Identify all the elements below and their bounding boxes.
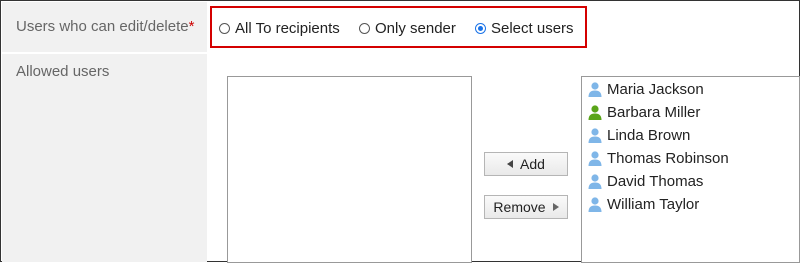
radio-only-sender[interactable]: Only sender: [359, 20, 456, 37]
radio-only-sender-circle[interactable]: [359, 23, 370, 34]
user-icon-head: [591, 174, 599, 182]
edit-delete-label: Users who can edit/delete*: [16, 18, 194, 35]
candidate-user-name: Thomas Robinson: [607, 150, 729, 167]
candidate-user-name: Barbara Miller: [607, 104, 701, 121]
radio-select-users-label: Select users: [491, 20, 574, 37]
user-icon-head: [591, 82, 599, 90]
user-icon-body: [588, 113, 602, 120]
user-icon-body: [588, 90, 602, 97]
user-icon-body: [588, 205, 602, 212]
user-icon-body: [588, 159, 602, 166]
arrow-left-icon: [507, 160, 514, 168]
remove-button-label: Remove: [493, 199, 546, 215]
candidate-user-item[interactable]: Thomas Robinson: [582, 147, 799, 170]
allowed-users-listbox[interactable]: [227, 76, 472, 263]
required-mark: *: [188, 18, 195, 35]
candidate-user-name: David Thomas: [607, 173, 704, 190]
user-icon: [588, 128, 602, 143]
user-icon-body: [588, 136, 602, 143]
user-icon-body: [588, 182, 602, 189]
label-column: [2, 2, 207, 262]
allowed-users-label: Allowed users: [16, 63, 110, 80]
candidate-user-item[interactable]: Barbara Miller: [582, 101, 799, 124]
user-icon: [588, 174, 602, 189]
user-icon: [588, 197, 602, 212]
remove-button[interactable]: Remove: [484, 195, 568, 219]
user-icon-head: [591, 128, 599, 136]
radio-select-users[interactable]: Select users: [475, 20, 574, 37]
candidate-user-name: Maria Jackson: [607, 81, 704, 98]
radio-all-recipients-circle[interactable]: [219, 23, 230, 34]
candidate-users-listbox[interactable]: Maria Jackson Barbara Miller Linda Brown…: [581, 76, 800, 263]
radio-only-sender-label: Only sender: [375, 20, 456, 37]
radio-select-users-circle[interactable]: [475, 23, 486, 34]
user-icon: [588, 82, 602, 97]
add-button[interactable]: Add: [484, 152, 568, 176]
user-icon: [588, 105, 602, 120]
radio-all-recipients[interactable]: All To recipients: [219, 20, 340, 37]
edit-permission-radio-group: All To recipients Only sender Select use…: [210, 6, 587, 48]
candidate-user-name: Linda Brown: [607, 127, 691, 144]
row-divider: [2, 52, 799, 54]
permission-settings-panel: Users who can edit/delete* All To recipi…: [0, 0, 800, 263]
candidate-user-item[interactable]: William Taylor: [582, 193, 799, 216]
radio-all-recipients-label: All To recipients: [235, 20, 340, 37]
candidate-user-item[interactable]: David Thomas: [582, 170, 799, 193]
edit-delete-label-text: Users who can edit/delete: [16, 18, 189, 35]
candidate-user-name: William Taylor: [607, 196, 700, 213]
user-icon-head: [591, 197, 599, 205]
candidate-user-item[interactable]: Maria Jackson: [582, 78, 799, 101]
candidate-user-item[interactable]: Linda Brown: [582, 124, 799, 147]
arrow-right-icon: [552, 203, 559, 211]
user-icon-head: [591, 151, 599, 159]
user-icon-head: [591, 105, 599, 113]
user-icon: [588, 151, 602, 166]
add-button-label: Add: [520, 156, 545, 172]
